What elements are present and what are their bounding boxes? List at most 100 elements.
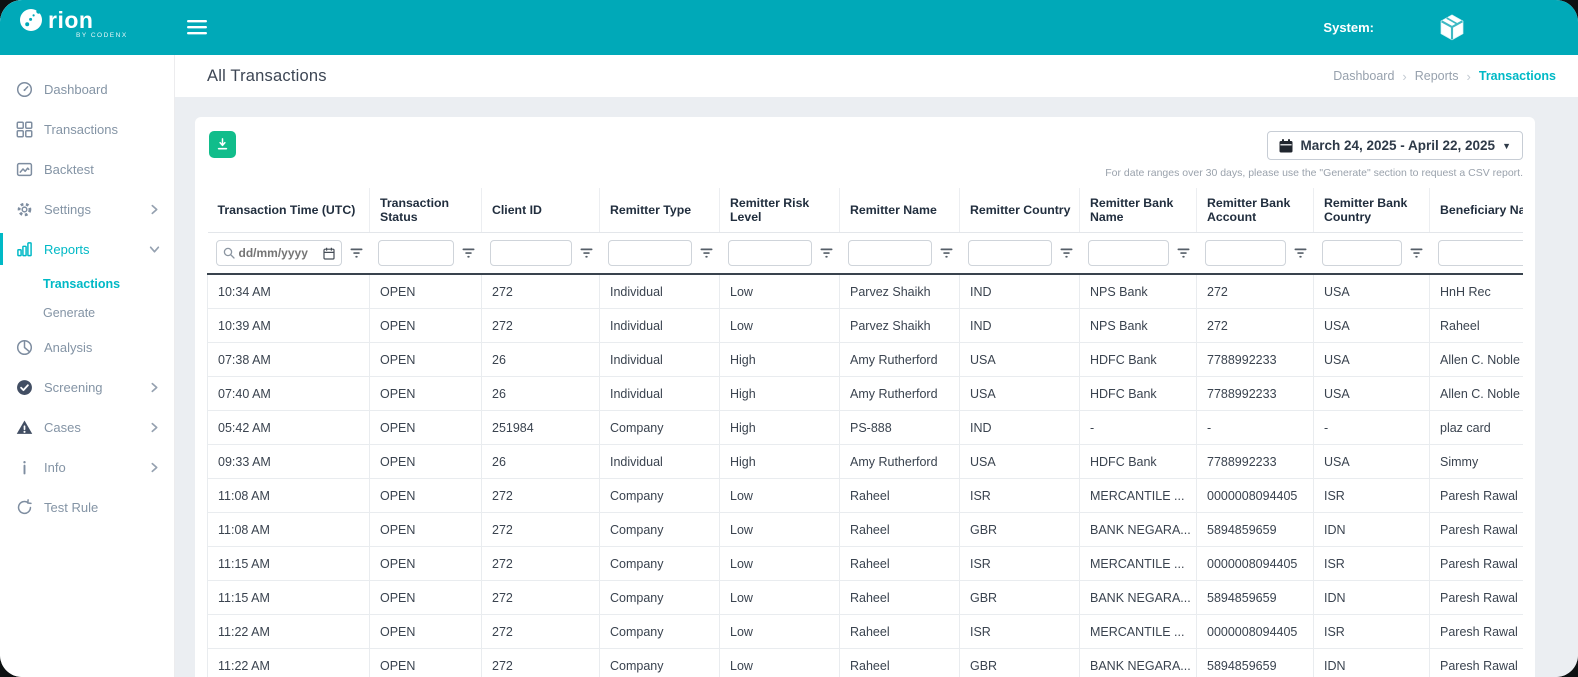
- column-filter-button[interactable]: [1409, 247, 1424, 259]
- cube-icon[interactable]: [1436, 12, 1468, 44]
- sidebar-subitem-generate[interactable]: Generate: [0, 298, 174, 327]
- sidebar-item-settings[interactable]: Settings: [0, 189, 174, 229]
- column-header-beneficiary-name[interactable]: Beneficiary Name: [1430, 188, 1524, 233]
- filter-input-5[interactable]: [848, 240, 932, 266]
- sidebar-item-dashboard[interactable]: Dashboard: [0, 69, 174, 109]
- table-filter-row: [208, 233, 1524, 275]
- transaction-cell: ISR: [1314, 479, 1430, 513]
- transaction-cell: Raheel: [840, 615, 960, 649]
- transaction-cell: Individual: [600, 377, 720, 411]
- filter-input-1[interactable]: [378, 240, 454, 266]
- breadcrumb-transactions[interactable]: Transactions: [1479, 69, 1556, 83]
- column-header-transaction-time-utc-[interactable]: Transaction Time (UTC): [208, 188, 370, 233]
- transaction-cell: OPEN: [370, 377, 482, 411]
- transaction-cell: PS-888: [840, 411, 960, 445]
- sidebar-item-info[interactable]: Info: [0, 447, 174, 487]
- column-header-remitter-country[interactable]: Remitter Country: [960, 188, 1080, 233]
- column-header-remitter-bank-name[interactable]: Remitter Bank Name: [1080, 188, 1197, 233]
- filter-input-2[interactable]: [490, 240, 572, 266]
- transaction-cell: 272: [1197, 274, 1314, 309]
- column-header-remitter-risk-level[interactable]: Remitter Risk Level: [720, 188, 840, 233]
- dashboard-gauge-icon: [16, 81, 33, 98]
- sidebar-item-analysis[interactable]: Analysis: [0, 327, 174, 367]
- date-filter-input[interactable]: [239, 246, 319, 260]
- download-csv-button[interactable]: [209, 131, 236, 158]
- transaction-cell: 11:22 AM: [208, 615, 370, 649]
- filter-input-8[interactable]: [1205, 240, 1286, 266]
- transaction-cell: 09:33 AM: [208, 445, 370, 479]
- transaction-row[interactable]: 05:42 AMOPEN251984CompanyHighPS-888IND--…: [208, 411, 1524, 445]
- column-header-remitter-name[interactable]: Remitter Name: [840, 188, 960, 233]
- transaction-row[interactable]: 11:15 AMOPEN272CompanyLowRaheelISRMERCAN…: [208, 547, 1524, 581]
- filter-input-3[interactable]: [608, 240, 692, 266]
- date-range-picker[interactable]: March 24, 2025 - April 22, 2025 ▼: [1267, 131, 1523, 160]
- transaction-row[interactable]: 11:22 AMOPEN272CompanyLowRaheelGBRBANK N…: [208, 649, 1524, 677]
- breadcrumb-reports[interactable]: Reports: [1415, 69, 1459, 83]
- sidebar-item-label: Analysis: [44, 340, 92, 355]
- transaction-row[interactable]: 07:38 AMOPEN26IndividualHighAmy Rutherfo…: [208, 343, 1524, 377]
- column-filter-button[interactable]: [819, 247, 834, 259]
- transaction-row[interactable]: 11:08 AMOPEN272CompanyLowRaheelGBRBANK N…: [208, 513, 1524, 547]
- sidebar-subitem-label: Generate: [43, 306, 95, 320]
- sidebar-item-test-rule[interactable]: Test Rule: [0, 487, 174, 527]
- column-header-remitter-bank-country[interactable]: Remitter Bank Country: [1314, 188, 1430, 233]
- column-filter-button[interactable]: [1059, 247, 1074, 259]
- column-filter-button[interactable]: [1293, 247, 1308, 259]
- breadcrumb-dashboard[interactable]: Dashboard: [1333, 69, 1394, 83]
- transaction-cell: Company: [600, 581, 720, 615]
- transaction-cell: 7788992233: [1197, 343, 1314, 377]
- column-header-remitter-type[interactable]: Remitter Type: [600, 188, 720, 233]
- sidebar-item-label: Cases: [44, 420, 81, 435]
- column-header-client-id[interactable]: Client ID: [482, 188, 600, 233]
- calendar-small-icon[interactable]: [323, 247, 335, 260]
- sidebar-item-label: Transactions: [44, 122, 118, 137]
- sidebar-subitem-transactions[interactable]: Transactions: [0, 269, 174, 298]
- filter-input-10[interactable]: [1438, 240, 1524, 266]
- filter-input-6[interactable]: [968, 240, 1052, 266]
- transaction-cell: plaz card: [1430, 411, 1524, 445]
- sidebar-item-cases[interactable]: Cases: [0, 407, 174, 447]
- sidebar-item-reports[interactable]: Reports: [0, 229, 174, 269]
- transaction-row[interactable]: 10:34 AMOPEN272IndividualLowParvez Shaik…: [208, 274, 1524, 309]
- titlebar: All Transactions Dashboard›Reports›Trans…: [175, 55, 1578, 97]
- transaction-row[interactable]: 11:08 AMOPEN272CompanyLowRaheelISRMERCAN…: [208, 479, 1524, 513]
- filter-input-9[interactable]: [1322, 240, 1402, 266]
- column-filter-button[interactable]: [939, 247, 954, 259]
- column-filter-button[interactable]: [349, 247, 364, 259]
- sidebar-item-label: Test Rule: [44, 500, 98, 515]
- orion-logo[interactable]: rion by CODENX: [0, 0, 175, 55]
- filter-input-7[interactable]: [1088, 240, 1169, 266]
- transaction-row[interactable]: 11:22 AMOPEN272CompanyLowRaheelISRMERCAN…: [208, 615, 1524, 649]
- transaction-cell: USA: [960, 377, 1080, 411]
- transaction-row[interactable]: 07:40 AMOPEN26IndividualHighAmy Rutherfo…: [208, 377, 1524, 411]
- column-header-remitter-bank-account[interactable]: Remitter Bank Account: [1197, 188, 1314, 233]
- transaction-row[interactable]: 10:39 AMOPEN272IndividualLowParvez Shaik…: [208, 309, 1524, 343]
- transaction-cell: IND: [960, 274, 1080, 309]
- transaction-cell: Low: [720, 274, 840, 309]
- filter-input-4[interactable]: [728, 240, 812, 266]
- sidebar-item-screening[interactable]: Screening: [0, 367, 174, 407]
- transaction-cell: 07:40 AM: [208, 377, 370, 411]
- date-filter-field[interactable]: [216, 240, 342, 266]
- sidebar-item-transactions[interactable]: Transactions: [0, 109, 174, 149]
- filter-icon: [1176, 247, 1191, 259]
- transaction-row[interactable]: 11:15 AMOPEN272CompanyLowRaheelGBRBANK N…: [208, 581, 1524, 615]
- column-header-transaction-status[interactable]: Transaction Status: [370, 188, 482, 233]
- transaction-cell: Parvez Shaikh: [840, 309, 960, 343]
- column-filter-button[interactable]: [461, 247, 476, 259]
- transaction-cell: USA: [1314, 274, 1430, 309]
- column-filter-button[interactable]: [579, 247, 594, 259]
- column-filter-button[interactable]: [699, 247, 714, 259]
- transaction-row[interactable]: 09:33 AMOPEN26IndividualHighAmy Rutherfo…: [208, 445, 1524, 479]
- transaction-cell: 251984: [482, 411, 600, 445]
- transaction-cell: 272: [482, 513, 600, 547]
- transaction-cell: Raheel: [1430, 309, 1524, 343]
- transaction-cell: IDN: [1314, 581, 1430, 615]
- sidebar-item-backtest[interactable]: Backtest: [0, 149, 174, 189]
- column-filter-button[interactable]: [1176, 247, 1191, 259]
- chevron-right-icon: [149, 204, 160, 215]
- transaction-cell: USA: [1314, 445, 1430, 479]
- transaction-cell: 5894859659: [1197, 513, 1314, 547]
- transaction-cell: NPS Bank: [1080, 274, 1197, 309]
- hamburger-menu-icon[interactable]: [187, 20, 207, 35]
